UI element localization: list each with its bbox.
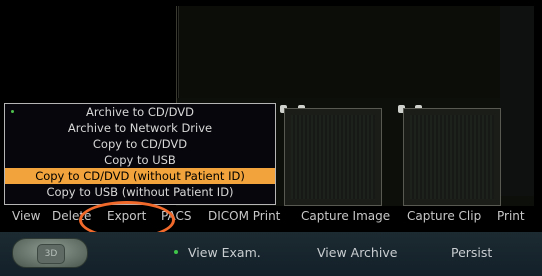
view-button[interactable]: View [12, 209, 40, 223]
menu-item-archive-network[interactable]: Archive to Network Drive [5, 120, 275, 136]
image-thumbnail[interactable] [284, 108, 382, 206]
menu-item-archive-cd-dvd[interactable]: Archive to CD/DVD [5, 104, 275, 120]
menu-item-label: Copy to USB [104, 153, 176, 167]
bottom-bar: 3D View Exam. View Archive Persist [0, 232, 542, 276]
menu-item-copy-usb-anon[interactable]: Copy to USB (without Patient ID) [5, 184, 275, 200]
menu-item-label: Archive to Network Drive [67, 121, 213, 135]
menu-item-label: Archive to CD/DVD [85, 105, 195, 119]
active-indicator-icon [174, 250, 178, 254]
view-archive-button[interactable]: View Archive [317, 245, 397, 260]
print-button[interactable]: Print [497, 209, 525, 223]
image-display-panel [178, 6, 533, 98]
capture-image-button[interactable]: Capture Image [301, 209, 390, 223]
persist-button[interactable]: Persist [451, 245, 492, 260]
dicom-print-button[interactable]: DICOM Print [208, 209, 280, 223]
image-thumbnail[interactable] [403, 108, 501, 206]
menu-item-label: Copy to USB (without Patient ID) [46, 185, 234, 199]
export-menu: Archive to CD/DVD Archive to Network Dri… [4, 103, 276, 205]
3d-mode-button[interactable]: 3D [12, 238, 88, 268]
menu-item-label: Copy to CD/DVD (without Patient ID) [35, 169, 245, 183]
menu-item-label: Copy to CD/DVD [92, 137, 188, 151]
side-panel [500, 6, 534, 196]
ultrasound-screen: Archive to CD/DVD Archive to Network Dri… [0, 0, 542, 276]
view-exam-button[interactable]: View Exam. [188, 245, 261, 260]
capture-clip-button[interactable]: Capture Clip [407, 209, 481, 223]
3d-mode-label: 3D [37, 244, 65, 264]
menu-bullet-icon [11, 110, 14, 113]
menu-item-copy-cd-dvd[interactable]: Copy to CD/DVD [5, 136, 275, 152]
menu-item-copy-usb[interactable]: Copy to USB [5, 152, 275, 168]
menu-item-copy-cd-dvd-anon[interactable]: Copy to CD/DVD (without Patient ID) [5, 168, 275, 184]
divider [176, 6, 177, 116]
